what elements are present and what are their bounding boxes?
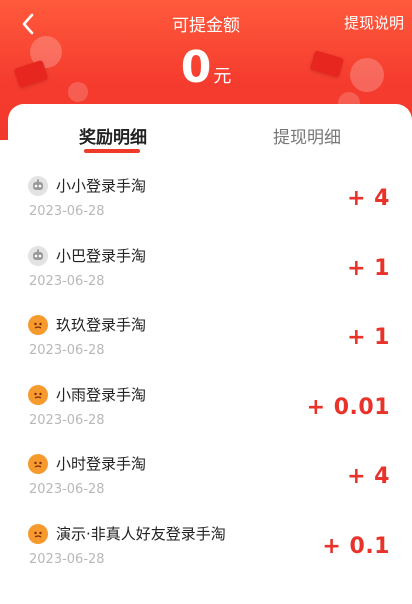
- robot-icon: [28, 176, 48, 196]
- item-date: 2023-06-28: [29, 273, 105, 289]
- emoji-face-icon: [28, 523, 48, 544]
- details-card: 奖励明细 提现明细 小小登录手淘 2023-06-28 + 4 小巴登录手淘 2…: [8, 104, 412, 604]
- item-date: 2023-06-28: [29, 482, 105, 497]
- list-item[interactable]: 小时登录手淘 2023-06-28 + 4: [8, 440, 412, 510]
- reward-list: 小小登录手淘 2023-06-28 + 4 小巴登录手淘 2023-06-28 …: [8, 162, 412, 579]
- item-date: 2023-06-28: [29, 551, 105, 567]
- item-date: 2023-06-28: [29, 412, 105, 428]
- item-amount: + 0.1: [322, 533, 390, 559]
- item-title: 演示·非真人好友登录手淘: [56, 524, 226, 543]
- item-title: 小时登录手淘: [56, 455, 147, 473]
- item-amount: + 4: [347, 186, 390, 211]
- emoji-face-icon: [28, 315, 48, 335]
- withdraw-explanation-link[interactable]: 提现说明: [344, 12, 404, 33]
- tab-withdraw-details[interactable]: 提现明细: [273, 123, 341, 148]
- list-item[interactable]: 小小登录手淘 2023-06-28 + 4: [8, 162, 412, 232]
- list-item[interactable]: 玖玖登录手淘 2023-06-28 + 1: [8, 301, 412, 371]
- item-amount: + 4: [347, 464, 390, 489]
- withdrawable-amount: 0元: [0, 42, 412, 94]
- item-date: 2023-06-28: [29, 204, 105, 219]
- amount-value: 0: [180, 42, 212, 93]
- tab-bar: 奖励明细 提现明细: [8, 104, 412, 162]
- item-title: 小巴登录手淘: [56, 246, 147, 265]
- item-date: 2023-06-28: [29, 343, 105, 358]
- list-item[interactable]: 小巴登录手淘 2023-06-28 + 1: [8, 232, 412, 302]
- item-amount: + 1: [347, 255, 390, 281]
- item-amount: + 0.01: [306, 394, 390, 420]
- item-title: 玖玖登录手淘: [56, 316, 147, 334]
- item-title: 小雨登录手淘: [56, 385, 147, 404]
- amount-unit: 元: [213, 66, 232, 87]
- list-item[interactable]: 演示·非真人好友登录手淘 2023-06-28 + 0.1: [8, 510, 412, 580]
- emoji-face-icon: [28, 384, 48, 405]
- active-tab-indicator: [84, 149, 140, 153]
- emoji-face-icon: [28, 454, 48, 474]
- tab-reward-details[interactable]: 奖励明细: [79, 123, 147, 148]
- item-title: 小小登录手淘: [56, 177, 147, 195]
- list-item[interactable]: 小雨登录手淘 2023-06-28 + 0.01: [8, 371, 412, 441]
- item-amount: + 1: [347, 325, 390, 350]
- robot-icon: [28, 245, 48, 266]
